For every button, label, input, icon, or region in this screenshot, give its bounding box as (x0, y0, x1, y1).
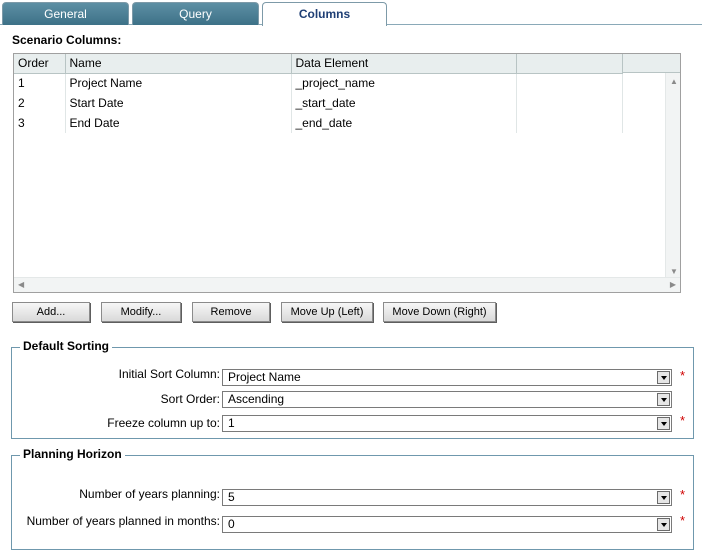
chevron-down-icon[interactable] (657, 491, 670, 504)
scroll-right-icon[interactable]: ▶ (670, 280, 676, 290)
column-header-name[interactable]: Name (65, 54, 292, 74)
scroll-up-icon[interactable]: ▲ (670, 77, 678, 87)
years-planned-months-value: 0 (228, 517, 235, 531)
planning-horizon-group: Planning Horizon Number of years plannin… (11, 447, 694, 550)
required-icon: * (680, 513, 686, 528)
add-button[interactable]: Add... (12, 302, 90, 322)
sort-order-label: Sort Order: (160, 392, 220, 406)
sort-order-select[interactable]: Ascending (222, 391, 672, 408)
tab-bar: General Query Columns (0, 0, 702, 26)
scenario-columns-title: Scenario Columns: (12, 33, 122, 47)
years-planning-label: Number of years planning: (79, 487, 220, 501)
cell-order: 1 (14, 73, 66, 93)
years-planned-months-select[interactable]: 0 (222, 516, 672, 533)
columns-table: Order Name Data Element 1 Project Name _… (14, 54, 623, 133)
move-up-button[interactable]: Move Up (Left) (281, 302, 373, 322)
years-planning-select[interactable]: 5 (222, 489, 672, 506)
vertical-scrollbar[interactable]: ▲ ▼ (665, 73, 680, 279)
horizontal-scrollbar[interactable]: ◀ ▶ (14, 277, 680, 292)
sort-order-value: Ascending (228, 392, 285, 406)
column-header-order[interactable]: Order (14, 54, 66, 74)
required-icon: * (680, 487, 686, 502)
move-down-button[interactable]: Move Down (Right) (383, 302, 496, 322)
cell-name: Project Name (65, 73, 292, 93)
cell-order: 2 (14, 93, 66, 113)
cell-extra (516, 113, 623, 133)
table-header-row: Order Name Data Element (14, 54, 623, 74)
required-icon: * (680, 413, 686, 428)
freeze-column-label: Freeze column up to: (107, 416, 220, 430)
table-row[interactable]: 2 Start Date _start_date (14, 93, 623, 113)
table-row[interactable]: 3 End Date _end_date (14, 113, 623, 133)
scenario-columns-grid[interactable]: Order Name Data Element 1 Project Name _… (13, 53, 681, 293)
cell-name: Start Date (65, 93, 292, 113)
cell-order: 3 (14, 113, 66, 133)
table-row[interactable]: 1 Project Name _project_name (14, 73, 623, 93)
required-icon: * (680, 368, 686, 383)
cell-extra (516, 93, 623, 113)
scroll-down-icon[interactable]: ▼ (670, 267, 678, 277)
years-planned-months-label: Number of years planned in months: (26, 514, 220, 528)
chevron-down-icon[interactable] (657, 518, 670, 531)
initial-sort-value: Project Name (228, 370, 301, 384)
remove-button[interactable]: Remove (192, 302, 270, 322)
planning-horizon-title: Planning Horizon (20, 447, 125, 461)
cell-data-element: _start_date (291, 93, 517, 113)
column-header-data-element[interactable]: Data Element (291, 54, 517, 74)
cell-data-element: _end_date (291, 113, 517, 133)
chevron-down-icon[interactable] (657, 417, 670, 430)
tab-columns[interactable]: Columns (262, 2, 387, 26)
initial-sort-select[interactable]: Project Name (222, 369, 672, 386)
default-sorting-title: Default Sorting (20, 339, 112, 353)
grid-header-filler (623, 54, 680, 73)
modify-button[interactable]: Modify... (101, 302, 181, 322)
scroll-left-icon[interactable]: ◀ (18, 280, 24, 290)
cell-data-element: _project_name (291, 73, 517, 93)
default-sorting-group: Default Sorting Initial Sort Column: Pro… (11, 339, 694, 439)
years-planning-value: 5 (228, 490, 235, 504)
freeze-column-value: 1 (228, 416, 235, 430)
initial-sort-label: Initial Sort Column: (118, 367, 220, 381)
tab-general[interactable]: General (2, 2, 129, 25)
chevron-down-icon[interactable] (657, 371, 670, 384)
column-header-extra[interactable] (516, 54, 623, 74)
chevron-down-icon[interactable] (657, 393, 670, 406)
cell-extra (516, 73, 623, 93)
cell-name: End Date (65, 113, 292, 133)
tab-query[interactable]: Query (132, 2, 259, 25)
freeze-column-select[interactable]: 1 (222, 415, 672, 432)
